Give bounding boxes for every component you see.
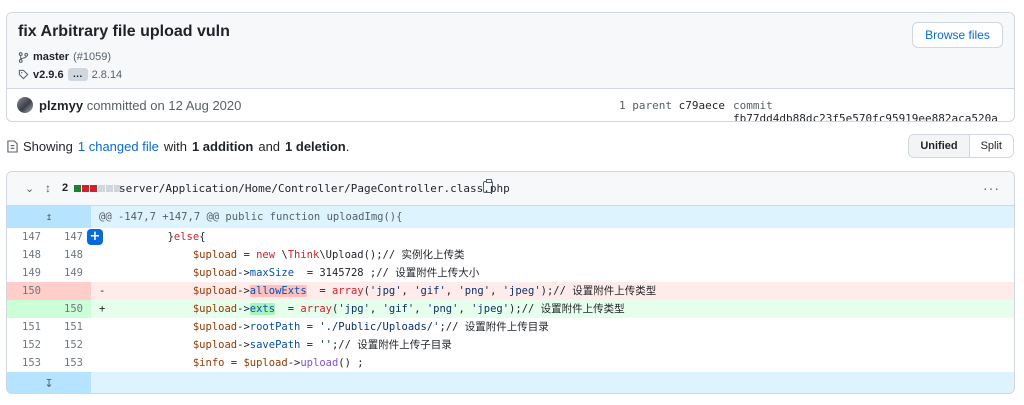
old-line-number[interactable]: 148 <box>7 246 49 264</box>
diff-line: 149 149 $upload->maxSize = 3145728 ;// 设置… <box>7 264 1014 282</box>
code-text: $info = $upload->upload() ; <box>192 357 364 369</box>
summary-with: with <box>163 139 187 154</box>
diff-marker: + <box>99 303 106 315</box>
new-line-number[interactable]: 151 <box>49 318 91 336</box>
diffstat-block <box>106 185 113 192</box>
new-line-number[interactable]: 153 <box>49 354 91 372</box>
browse-files-button[interactable]: Browse files <box>912 22 1003 48</box>
author-link[interactable]: plzmyy <box>39 98 83 113</box>
new-line-number[interactable]: 152 <box>49 336 91 354</box>
code-text: $upload->exts = array('jpg', 'gif', 'png… <box>192 303 625 315</box>
more-tags-button[interactable]: … <box>67 68 88 81</box>
old-line-number[interactable]: 152 <box>7 336 49 354</box>
tag-icon <box>18 69 29 80</box>
parent-sha-link[interactable]: c79aece <box>679 99 725 112</box>
parent-info: 1 parent c79aece <box>619 99 725 112</box>
tag-link-other[interactable]: 2.8.14 <box>92 69 123 81</box>
change-count: 2 <box>62 182 69 194</box>
file-diff-icon <box>7 140 18 153</box>
diff-line: 147 147 + }else{ <box>7 228 1014 246</box>
commit-label: commit <box>733 99 773 112</box>
kebab-horizontal-icon[interactable]: ··· <box>983 180 1000 196</box>
author-line: plzmyy committed on 12 Aug 2020 <box>39 98 241 113</box>
parent-label: 1 parent <box>619 99 672 112</box>
additions-count: 1 addition <box>191 139 254 154</box>
summary-and: and <box>258 139 281 154</box>
hunk-header: ↥ @@ -147,7 +147,7 @@ public function up… <box>7 206 1014 228</box>
avatar[interactable] <box>17 97 33 113</box>
split-view-button[interactable]: Split <box>969 135 1013 157</box>
tag-link[interactable]: v2.9.6 <box>33 69 64 81</box>
diff-line-addition: 150 + $upload->exts = array('jpg', 'gif',… <box>7 300 1014 318</box>
diffstat <box>74 185 121 192</box>
diffstat-block <box>90 185 97 192</box>
code-text: $upload->savePath = '';// 设置附件上传子目录 <box>192 339 452 351</box>
summary-prefix: Showing <box>23 139 73 154</box>
add-comment-button[interactable]: + <box>87 229 103 245</box>
file-header: ⌄ ↕ 2 server/Application/Home/Controller… <box>7 172 1014 206</box>
diffstat-block <box>74 185 81 192</box>
diff-line: 148 148 $upload = new \Think\Upload();// … <box>7 246 1014 264</box>
expand-down-icon[interactable]: ↧ <box>7 372 91 393</box>
commit-sha: fb77dd4db88dc23f5e570fc95919ee882aca520a <box>733 112 998 122</box>
deletions-count: 1 deletion <box>285 139 346 154</box>
file-path[interactable]: server/Application/Home/Controller/PageC… <box>119 182 510 195</box>
copy-icon[interactable] <box>483 179 493 193</box>
committed-date: committed on 12 Aug 2020 <box>86 98 242 113</box>
code-text: $upload->rootPath = './Public/Uploads/';… <box>192 321 549 333</box>
branch-info: master (#1059) <box>18 51 111 63</box>
old-line-number[interactable]: 151 <box>7 318 49 336</box>
chevron-down-icon[interactable]: ⌄ <box>25 182 34 195</box>
code-text: $upload = new \Think\Upload();// 实例化上传类 <box>192 249 465 261</box>
file-diff: ⌄ ↕ 2 server/Application/Home/Controller… <box>6 171 1015 394</box>
code-text: }else{ <box>117 231 206 243</box>
old-line-number[interactable]: 150 <box>7 282 49 300</box>
new-line-number[interactable] <box>49 282 91 300</box>
new-line-number[interactable]: 147 <box>49 228 91 246</box>
diff-line: 152 152 $upload->savePath = '';// 设置附件上传子… <box>7 336 1014 354</box>
new-line-number[interactable]: 148 <box>49 246 91 264</box>
tag-info: v2.9.6 … 2.8.14 <box>18 68 122 81</box>
git-branch-icon <box>18 51 29 63</box>
unified-view-button[interactable]: Unified <box>909 135 970 157</box>
expand-up-icon[interactable]: ↥ <box>7 206 91 228</box>
diff-line: 151 151 $upload->rootPath = './Public/Upl… <box>7 318 1014 336</box>
old-line-number[interactable]: 153 <box>7 354 49 372</box>
commit-title-area: fix Arbitrary file upload vuln master (#… <box>7 13 1014 89</box>
diff-lines: 147 147 + }else{148 148 $upload = new \Thin… <box>7 228 1014 372</box>
summary-suffix: . <box>345 139 350 154</box>
diffstat-block <box>98 185 105 192</box>
diff-line: 153 153 $info = $upload->upload() ; <box>7 354 1014 372</box>
old-line-number[interactable]: 149 <box>7 264 49 282</box>
commit-meta: plzmyy committed on 12 Aug 2020 1 parent… <box>7 89 1014 122</box>
commit-title: fix Arbitrary file upload vuln <box>18 23 230 40</box>
old-line-number[interactable]: 147 <box>7 228 49 246</box>
unfold-icon[interactable]: ↕ <box>45 181 51 195</box>
expand-down-row: ↧ <box>7 372 1014 393</box>
code-text: $upload->maxSize = 3145728 ;// 设置附件上传大小 <box>192 267 480 279</box>
branch-link[interactable]: master <box>33 51 69 63</box>
code-text: $upload->allowExts = array('jpg', 'gif',… <box>192 285 657 297</box>
new-line-number[interactable]: 149 <box>49 264 91 282</box>
commit-sha-info: commit fb77dd4db88dc23f5e570fc95919ee882… <box>733 99 1014 122</box>
diff-summary: Showing 1 changed file with 1 addition a… <box>7 139 349 154</box>
diff-line-deletion: 150 - $upload->allowExts = array('jpg', '… <box>7 282 1014 300</box>
old-line-number[interactable] <box>7 300 49 318</box>
changed-files-link[interactable]: 1 changed file <box>78 139 159 154</box>
new-line-number[interactable]: 150 <box>49 300 91 318</box>
diff-marker: - <box>99 285 106 297</box>
diffstat-block <box>82 185 89 192</box>
pr-link[interactable]: (#1059) <box>73 51 111 63</box>
hunk-header-text: @@ -147,7 +147,7 @@ public function uplo… <box>99 211 403 223</box>
commit-header: fix Arbitrary file upload vuln master (#… <box>6 12 1015 122</box>
diff-view-toggle: Unified Split <box>908 134 1014 158</box>
